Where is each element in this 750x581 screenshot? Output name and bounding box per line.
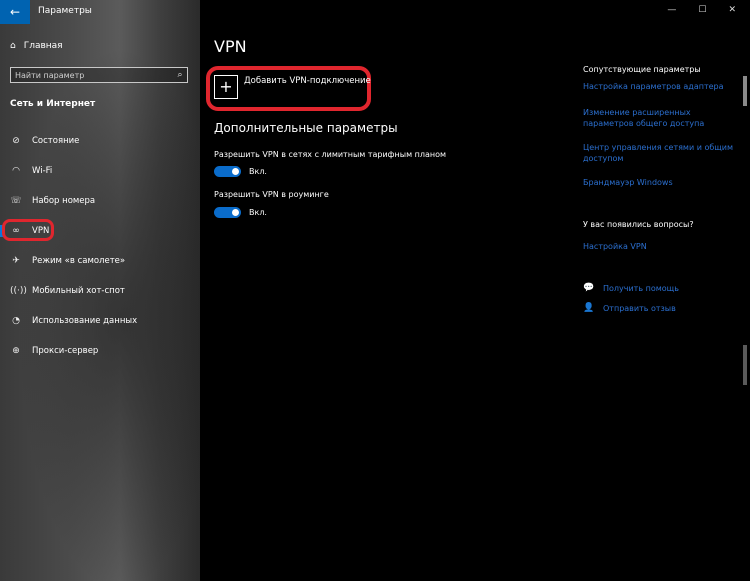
dialup-icon: ☏ — [10, 196, 22, 206]
close-button[interactable]: ✕ — [728, 5, 736, 15]
sidebar-item-label: Использование данных — [32, 316, 138, 326]
questions-header: У вас появились вопросы? — [583, 220, 694, 229]
sidebar-item-wifi[interactable]: ◠ Wi-Fi — [0, 156, 200, 186]
sidebar-item-data-usage[interactable]: ◔ Использование данных — [0, 306, 200, 336]
sidebar-item-proxy[interactable]: ⊕ Прокси-сервер — [0, 336, 200, 366]
network-center-link[interactable]: Центр управления сетями и общим доступом — [583, 142, 738, 164]
feedback-row[interactable]: 👤 Отправить отзыв — [583, 303, 676, 313]
maximize-button[interactable]: ☐ — [698, 5, 706, 15]
back-arrow-icon: ← — [9, 5, 21, 19]
hotspot-icon: ((·)) — [10, 286, 27, 296]
search-box[interactable]: ⌕ — [10, 67, 188, 83]
sidebar-item-label: Состояние — [32, 136, 80, 146]
search-icon[interactable]: ⌕ — [173, 70, 187, 80]
advanced-header: Дополнительные параметры — [214, 121, 398, 135]
vpn-highlight-annotation — [2, 219, 54, 241]
related-header: Сопутствующие параметры — [583, 65, 701, 74]
roaming-option-label: Разрешить VPN в роуминге — [214, 190, 329, 199]
metered-toggle-text: Вкл. — [249, 167, 267, 176]
sidebar: ← Параметры ⌂ Главная ⌕ Сеть и Интернет … — [0, 0, 200, 581]
sidebar-item-label: Набор номера — [32, 196, 96, 206]
sidebar-item-label: Прокси-сервер — [32, 346, 99, 356]
page-title: VPN — [214, 37, 247, 56]
roaming-toggle-row: Вкл. — [214, 207, 267, 218]
wifi-icon: ◠ — [12, 166, 20, 176]
feedback-link[interactable]: Отправить отзыв — [603, 304, 676, 313]
home-icon: ⌂ — [10, 41, 16, 51]
data-usage-icon: ◔ — [12, 316, 20, 326]
section-label: Сеть и Интернет — [10, 99, 96, 109]
feedback-person-icon: 👤 — [583, 303, 595, 313]
sidebar-item-label: Мобильный хот-спот — [32, 286, 125, 296]
search-input[interactable] — [11, 67, 173, 83]
adapter-settings-link[interactable]: Настройка параметров адаптера — [583, 81, 738, 92]
scrollbar-thumb[interactable] — [743, 76, 747, 106]
sidebar-item-home[interactable]: ⌂ Главная — [10, 41, 63, 51]
roaming-toggle[interactable] — [214, 207, 241, 218]
toggle-knob — [232, 168, 239, 175]
title-bar: ← Параметры — [0, 0, 200, 24]
roaming-toggle-text: Вкл. — [249, 208, 267, 217]
globe-icon: ⊕ — [12, 346, 20, 356]
home-label: Главная — [23, 41, 63, 51]
sidebar-item-dialup[interactable]: ☏ Набор номера — [0, 186, 200, 216]
metered-toggle[interactable] — [214, 166, 241, 177]
status-icon: ⊘ — [12, 136, 20, 146]
sharing-settings-link[interactable]: Изменение расширенных параметров общего … — [583, 107, 738, 129]
add-vpn-label: Добавить VPN-подключение — [244, 76, 371, 86]
main-content: — ☐ ✕ VPN + Добавить VPN-подключение Доп… — [200, 0, 750, 581]
sidebar-item-vpn[interactable]: ∞ VPN — [0, 216, 200, 246]
metered-toggle-row: Вкл. — [214, 166, 267, 177]
sidebar-item-status[interactable]: ⊘ Состояние — [0, 126, 200, 156]
firewall-link[interactable]: Брандмауэр Windows — [583, 177, 738, 188]
sidebar-nav: ⊘ Состояние ◠ Wi-Fi ☏ Набор номера ∞ VPN… — [0, 126, 200, 366]
get-help-row[interactable]: 💬 Получить помощь — [583, 283, 679, 293]
sidebar-item-label: Wi-Fi — [32, 166, 53, 176]
vpn-setup-link[interactable]: Настройка VPN — [583, 241, 738, 252]
toggle-knob — [232, 209, 239, 216]
help-chat-icon: 💬 — [583, 283, 595, 293]
window-controls: — ☐ ✕ — [667, 5, 736, 15]
metered-option-label: Разрешить VPN в сетях с лимитным тарифны… — [214, 150, 447, 159]
plus-icon: + — [214, 75, 238, 99]
sidebar-item-airplane[interactable]: ✈ Режим «в самолете» — [0, 246, 200, 276]
back-button[interactable]: ← — [0, 0, 30, 24]
get-help-link[interactable]: Получить помощь — [603, 284, 679, 293]
minimize-button[interactable]: — — [667, 5, 676, 15]
sidebar-item-label: Режим «в самолете» — [32, 256, 126, 266]
airplane-icon: ✈ — [12, 256, 20, 266]
sidebar-item-hotspot[interactable]: ((·)) Мобильный хот-спот — [0, 276, 200, 306]
add-vpn-button[interactable]: + Добавить VPN-подключение — [214, 75, 371, 99]
scrollbar-thumb-lower[interactable] — [743, 345, 747, 385]
app-title: Параметры — [38, 6, 92, 16]
